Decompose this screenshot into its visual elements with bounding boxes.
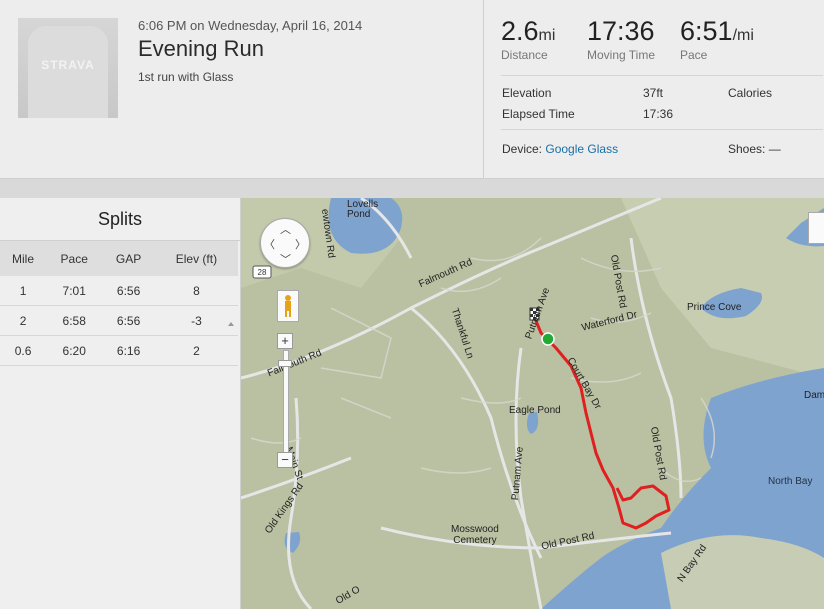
athlete-avatar[interactable]: STRAVA	[18, 18, 118, 118]
col-mile[interactable]: Mile	[0, 241, 47, 276]
split-row[interactable]: 1 7:01 6:56 8	[0, 276, 238, 306]
activity-description: 1st run with Glass	[138, 70, 234, 84]
splits-header-row: Mile Pace GAP Elev (ft)	[0, 241, 238, 276]
pace-label: Pace	[680, 48, 708, 62]
strava-logo: STRAVA	[41, 58, 95, 72]
pan-right-icon[interactable]: 〉	[295, 236, 306, 252]
stats-divider-1	[501, 75, 823, 76]
stats-divider-2	[501, 129, 823, 130]
shoes-row: Shoes: —	[728, 142, 781, 156]
calories-label: Calories	[728, 86, 773, 100]
activity-title: Evening Run	[138, 36, 264, 61]
scroll-up-icon[interactable]	[226, 279, 236, 369]
pan-up-icon[interactable]: ︿	[280, 221, 291, 237]
zoom-in-button[interactable]: +	[277, 333, 293, 349]
section-divider-strip	[0, 179, 824, 198]
shirt-graphic	[28, 26, 108, 118]
pan-left-icon[interactable]: 〈	[264, 236, 275, 252]
lovells-pond-label: Lovells Pond	[347, 199, 379, 220]
pan-down-icon[interactable]: ﹀	[280, 251, 291, 267]
elapsed-value: 17:36	[643, 107, 674, 121]
distance-label: Distance	[501, 48, 548, 62]
distance-value: 2.6	[501, 16, 539, 46]
route-28-label: 28	[258, 268, 267, 277]
stat-pace: 6:51/mi Pace	[680, 16, 754, 62]
split-gap: 6:16	[102, 335, 155, 366]
elevation-label: Elevation	[502, 86, 552, 100]
col-pace[interactable]: Pace	[46, 241, 103, 276]
start-marker	[541, 332, 555, 346]
map-canvas[interactable]: 28	[241, 198, 824, 609]
col-elev[interactable]: Elev (ft)	[154, 241, 238, 276]
elevation-value: 37ft	[643, 86, 664, 100]
street-view-pegman-icon[interactable]	[277, 290, 299, 322]
dam-label: Dam	[804, 390, 824, 401]
moving-time-label: Moving Time	[587, 48, 656, 62]
split-gap: 6:56	[102, 305, 155, 336]
mosswood-cemetery-label: Mosswood Cemetery	[451, 524, 499, 546]
splits-table: Mile Pace GAP Elev (ft) 1 7:01 6:56 8 2 …	[0, 241, 238, 366]
zoom-slider-handle[interactable]	[278, 360, 292, 367]
device-link[interactable]: Google Glass	[545, 142, 618, 156]
eagle-pond-label: Eagle Pond	[509, 405, 561, 416]
zoom-out-button[interactable]: −	[277, 452, 293, 468]
map-type-control[interactable]	[808, 212, 824, 244]
stat-distance: 2.6mi Distance	[501, 16, 555, 62]
split-mile: 1	[0, 276, 47, 306]
shoes-label: Shoes:	[728, 142, 766, 156]
split-pace: 6:20	[46, 335, 103, 366]
route-map[interactable]: 28 Lovells Pond Falmouth Rd Falmouth Rd …	[241, 198, 824, 609]
split-pace: 6:58	[46, 305, 103, 336]
split-mile: 0.6	[0, 335, 47, 366]
splits-title: Splits	[0, 198, 240, 241]
pace-unit: /mi	[732, 27, 754, 44]
activity-header: STRAVA 6:06 PM on Wednesday, April 16, 2…	[0, 0, 824, 179]
device-row: Device: Google Glass	[502, 142, 618, 156]
splits-panel: Splits Mile Pace GAP Elev (ft) 1 7:01 6:…	[0, 198, 241, 609]
elapsed-label: Elapsed Time	[502, 107, 575, 121]
activity-datetime: 6:06 PM on Wednesday, April 16, 2014	[138, 18, 363, 33]
stat-moving-time: 17:36 Moving Time	[587, 16, 655, 62]
split-row[interactable]: 2 6:58 6:56 -3	[0, 305, 238, 336]
moving-time-value: 17:36	[587, 16, 655, 46]
distance-unit: mi	[538, 27, 556, 44]
shoes-value: —	[768, 142, 781, 156]
split-pace: 7:01	[46, 276, 103, 306]
prince-cove-label: Prince Cove	[687, 302, 742, 313]
north-bay-label: North Bay	[768, 476, 813, 487]
split-mile: 2	[0, 305, 47, 336]
split-row[interactable]: 0.6 6:20 6:16 2	[0, 335, 238, 366]
split-gap: 6:56	[102, 276, 155, 306]
device-label: Device:	[502, 142, 543, 156]
map-pan-control[interactable]: ︿ ﹀ 〈 〉	[260, 218, 310, 268]
pace-value: 6:51	[680, 16, 733, 46]
col-gap[interactable]: GAP	[102, 241, 155, 276]
